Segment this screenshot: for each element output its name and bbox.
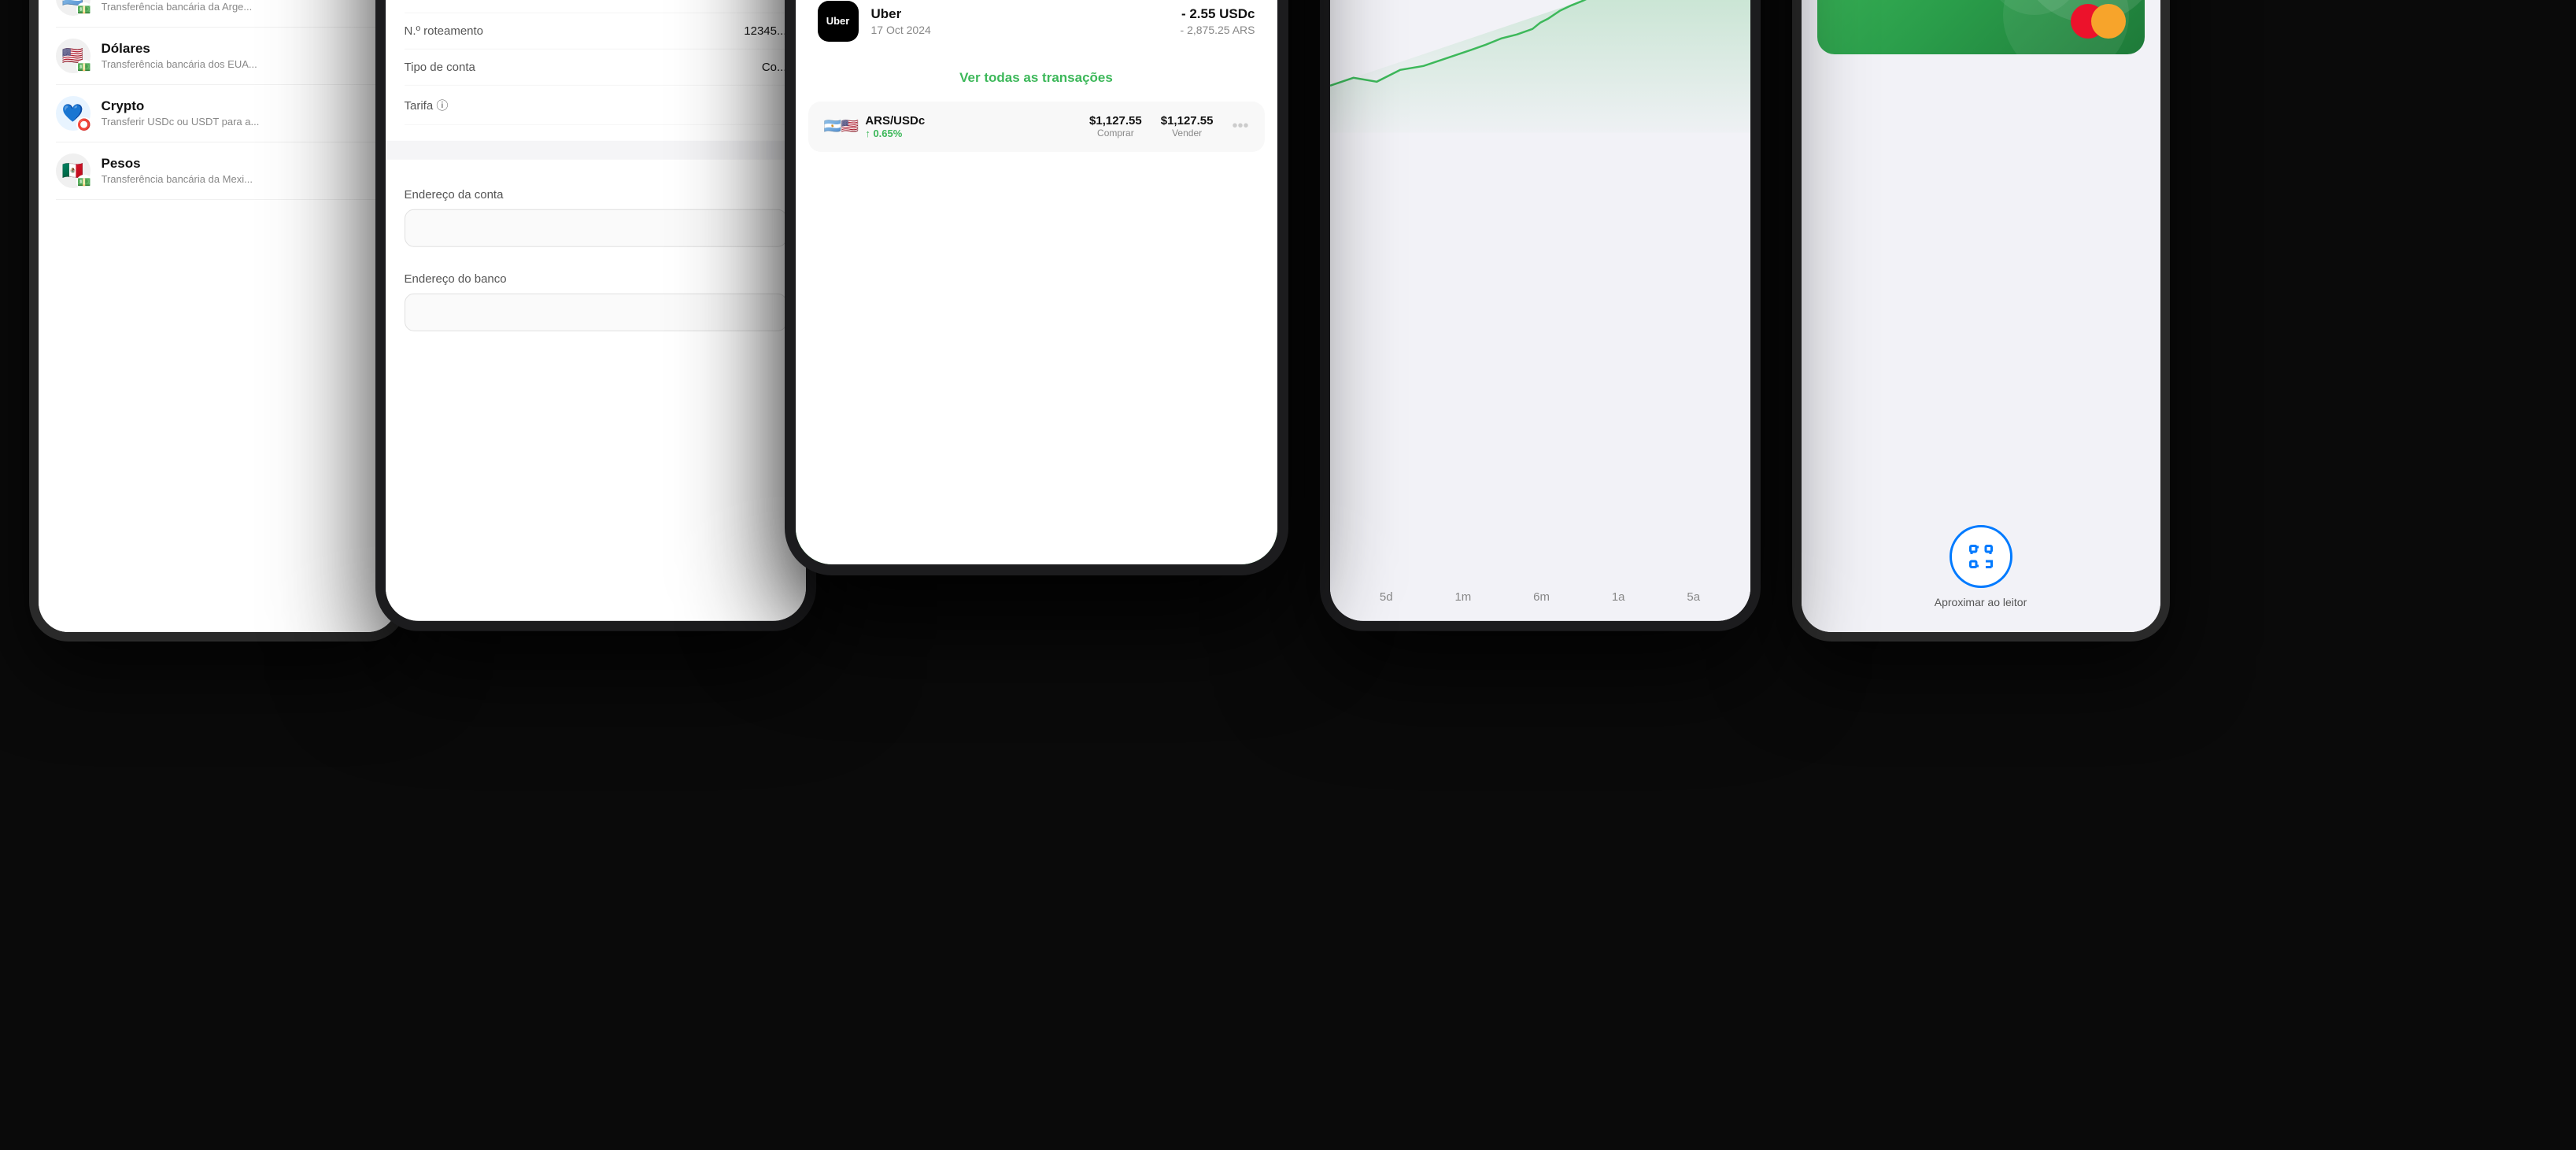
uber-logo: Uber <box>818 1 859 42</box>
vender-col: $1,127.55 Vender <box>1161 114 1214 139</box>
change-arrow: ↑ <box>865 128 870 139</box>
currency-desc-dolares: Transferência bancária dos EUA... <box>102 58 257 70</box>
change-value: 0.65% <box>873 128 902 139</box>
label-tipo: Tipo de conta <box>405 60 475 73</box>
address-section: Endereço da conta <box>405 175 787 246</box>
currency-icon-crypto: 💙 ⭕ <box>56 96 91 131</box>
currency-desc-crypto: Transferir USDc ou USDT para a... <box>102 116 260 128</box>
currency-item-pesos-ars[interactable]: 🇦🇷 💵 Pesos Transferência bancária da Arg… <box>56 0 380 28</box>
pair-name: ARS/USDc <box>865 114 925 128</box>
uber-info: Uber 17 Oct 2024 <box>871 6 1168 36</box>
more-options-dot[interactable]: ••• <box>1232 117 1248 135</box>
uber-amount-main: - 2.55 USDc <box>1181 6 1255 22</box>
currency-info-usd: Dólares Transferência bancária dos EUA..… <box>102 41 257 70</box>
pair-flags: 🇦🇷🇺🇸 <box>824 118 859 135</box>
exchange-row: 🇦🇷🇺🇸 ARS/USDc ↑ 0.65% $ <box>824 114 1249 139</box>
bank-address-section: Endereço do banco <box>405 259 787 331</box>
form-fields: Nome do beneficiário Micha... Nome do ba… <box>405 0 787 124</box>
currency-icon-mx: 🇲🇽 💵 <box>56 153 91 188</box>
currency-icon-ars: 🇦🇷 💵 <box>56 0 91 16</box>
scan-reader-button[interactable] <box>1950 525 2012 588</box>
bottom-btn-area: Aproximar ao leitor <box>1802 54 2160 632</box>
far-right-phone: 9:41 WiFi 🔋 ••• <box>1792 0 2170 642</box>
comprar-col: $1,127.55 Comprar <box>1089 114 1142 139</box>
form-row-tarifa: Tarifa ⓘ <box>405 85 787 124</box>
uber-date: 17 Oct 2024 <box>871 24 1168 36</box>
time-5a[interactable]: 5a <box>1677 585 1709 608</box>
label-roteamento: N.º roteamento <box>405 24 484 37</box>
vender-value-center: $1,127.55 <box>1161 114 1214 128</box>
price-chart <box>1330 0 1750 132</box>
time-6m[interactable]: 6m <box>1524 585 1559 608</box>
aproximar-label: Aproximar ao leitor <box>1935 596 2027 608</box>
exchange-prices: $1,127.55 Comprar $1,127.55 Vender ••• <box>1089 114 1248 139</box>
currency-info-ars: Pesos Transferência bancária da Arge... <box>102 0 253 13</box>
currency-desc-pesos-mx: Transferência bancária da Mexi... <box>102 173 253 185</box>
pair-change: ↑ 0.65% <box>865 128 925 139</box>
time-1a[interactable]: 1a <box>1602 585 1635 608</box>
address-input[interactable] <box>405 209 787 246</box>
card-bg-circle2 <box>2003 0 2129 54</box>
address-label: Endereço da conta <box>405 187 787 201</box>
currency-list: 🇦🇷 💵 Pesos Transferência bancária da Arg… <box>56 0 380 200</box>
time-5d[interactable]: 5d <box>1370 585 1403 608</box>
exchange-pair: 🇦🇷🇺🇸 ARS/USDc ↑ 0.65% <box>824 114 926 139</box>
time-1m[interactable]: 1m <box>1445 585 1480 608</box>
uber-amounts: - 2.55 USDc - 2,875.25 ARS <box>1181 6 1255 36</box>
transaction-uber[interactable]: Uber Uber 17 Oct 2024 - 2.55 USDc - 2,87… <box>796 0 1277 54</box>
form-row-conta: N.º da conta 12345... <box>405 0 787 13</box>
phones-container: 9:41 📶 🔋 ← Adicionar saldo Adici <box>0 0 2576 1150</box>
currency-name-crypto: Crypto <box>102 98 260 114</box>
currency-name-pesos-mx: Pesos <box>102 156 253 172</box>
comprar-value: $1,127.55 <box>1089 114 1142 128</box>
exchange-section: 🇦🇷🇺🇸 ARS/USDc ↑ 0.65% $ <box>808 102 1265 152</box>
form-row-tipo: Tipo de conta Co... <box>405 49 787 85</box>
value-roteamento: 12345... <box>483 24 786 37</box>
pair-details: ARS/USDc ↑ 0.65% <box>865 114 925 139</box>
dolar-card: DolarApp <box>1817 0 2145 54</box>
currency-item-crypto[interactable]: 💙 ⭕ Crypto Transferir USDc ou USDT para … <box>56 85 380 142</box>
value-conta: 12345... <box>469 0 787 1</box>
label-tarifa: Tarifa ⓘ <box>405 96 449 113</box>
center-bottom-section: deel. De Deel 18 Oct 2024 + 1,000 USDc +… <box>796 0 1277 564</box>
center-phone: 9:41 WiFi ▓▓▓ <box>785 0 1288 575</box>
bank-address-label: Endereço do banco <box>405 272 787 285</box>
form-row-roteamento: N.º roteamento 12345... <box>405 13 787 49</box>
far-left-body: Adicionar saldo Adicionar saldo ao Dolar… <box>39 0 397 632</box>
currency-item-pesos-mx[interactable]: 🇲🇽 💵 Pesos Transferência bancária da Mex… <box>56 142 380 200</box>
vender-label-center: Vender <box>1161 128 1214 139</box>
left2-phone: 9:41 ▲▲▲ ← ACH & Wire 🇺🇸 <box>375 0 816 630</box>
currency-name-dolares: Dólares <box>102 41 257 57</box>
label-conta: N.º da conta <box>405 0 469 1</box>
currency-info-crypto: Crypto Transferir USDc ou USDT para a... <box>102 98 260 128</box>
time-selector: 5d 1m 6m 1a 5a <box>1330 572 1750 620</box>
chart-container <box>1330 0 1750 572</box>
section-divider <box>386 140 806 159</box>
uber-amount-sub: - 2,875.25 ARS <box>1181 24 1255 36</box>
currency-item-dolares[interactable]: 🇺🇸 💵 Dólares Transferência bancária dos … <box>56 28 380 85</box>
card-area: DolarApp <box>1802 0 2160 54</box>
ver-todas-button[interactable]: Ver todas as transações <box>796 54 1277 102</box>
currency-desc-pesos: Transferência bancária da Arge... <box>102 1 253 13</box>
currency-icon-usd: 🇺🇸 💵 <box>56 39 91 73</box>
right2-phone: 🇦🇷 · 🇺🇸 WiFi 🔋 <box>1320 0 1761 630</box>
far-left-phone: 9:41 📶 🔋 ← Adicionar saldo Adici <box>29 0 407 642</box>
left2-body: 🇺🇸 Detalhes da sua conta nos EU... Trans… <box>386 0 806 620</box>
currency-info-mx: Pesos Transferência bancária da Mexi... <box>102 156 253 185</box>
bank-address-input[interactable] <box>405 293 787 331</box>
value-tipo: Co... <box>475 60 787 73</box>
uber-name: Uber <box>871 6 1168 22</box>
comprar-label: Comprar <box>1089 128 1142 139</box>
